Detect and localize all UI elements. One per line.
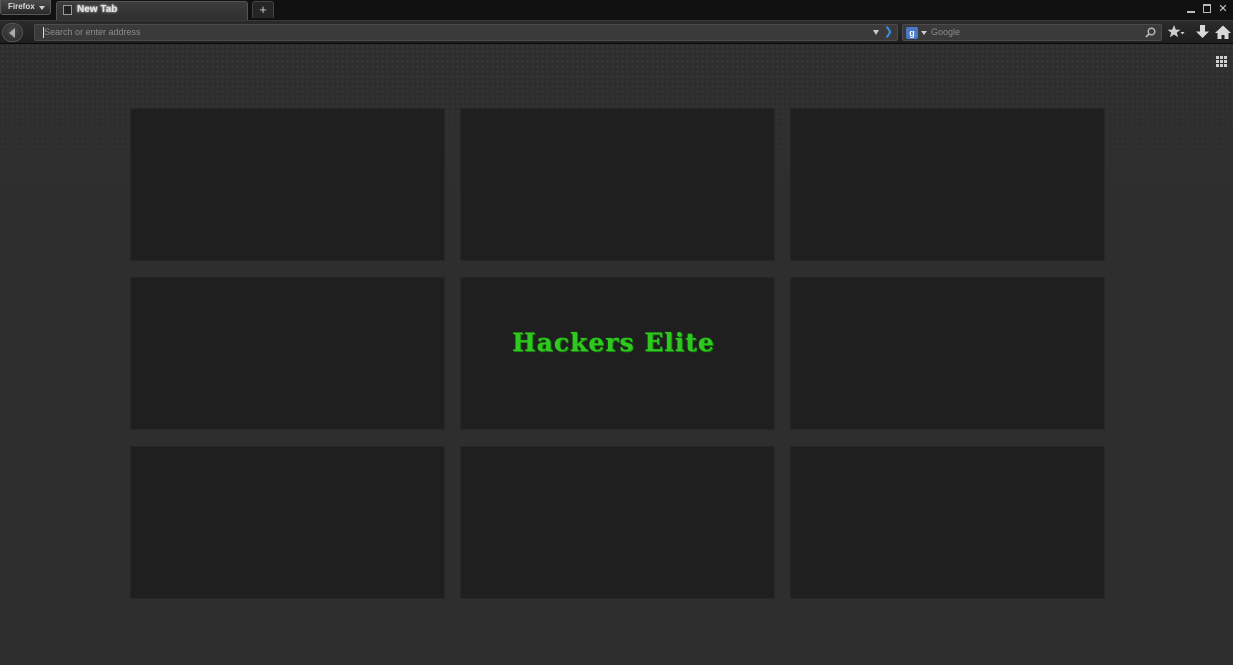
go-arrow-icon[interactable]: ❯ xyxy=(884,26,893,39)
new-tab-page: Hackers Elite xyxy=(0,44,1233,665)
site-tile[interactable] xyxy=(790,446,1105,599)
navigation-toolbar: Search or enter address ❯ g Google xyxy=(0,20,1233,44)
window-controls: ✕ xyxy=(1183,0,1231,18)
minimize-icon[interactable] xyxy=(1183,0,1199,18)
tile-grid: Hackers Elite xyxy=(130,108,1105,599)
tab-title: New Tab xyxy=(77,4,118,15)
new-tab-button[interactable]: + xyxy=(252,1,274,18)
chevron-down-icon xyxy=(39,6,45,10)
bookmark-star-icon[interactable] xyxy=(1167,24,1185,41)
download-icon[interactable] xyxy=(1194,24,1212,41)
site-tile[interactable] xyxy=(130,277,445,430)
google-engine-icon[interactable]: g xyxy=(906,27,918,39)
grid-icon[interactable] xyxy=(1216,56,1227,67)
search-bar[interactable]: g Google xyxy=(902,24,1162,41)
firefox-menu-label: Firefox xyxy=(8,2,35,11)
site-tile[interactable] xyxy=(130,108,445,261)
site-tile[interactable] xyxy=(790,108,1105,261)
search-placeholder: Google xyxy=(931,27,961,37)
tab-strip: Firefox New Tab + ✕ xyxy=(0,0,1233,20)
browser-window: Firefox New Tab + ✕ Search or enter addr… xyxy=(0,0,1233,665)
home-icon[interactable] xyxy=(1214,24,1232,41)
address-bar[interactable]: Search or enter address ❯ xyxy=(34,24,898,41)
site-tile[interactable] xyxy=(130,446,445,599)
tab-new-tab[interactable]: New Tab xyxy=(56,1,248,20)
back-arrow-icon xyxy=(9,28,15,38)
history-dropdown-icon[interactable] xyxy=(873,30,879,35)
hackers-elite-label: Hackers Elite xyxy=(512,328,715,357)
page-icon xyxy=(63,5,72,15)
back-button[interactable] xyxy=(2,23,23,42)
address-placeholder: Search or enter address xyxy=(44,27,141,37)
site-tile[interactable] xyxy=(460,446,775,599)
site-tile[interactable] xyxy=(460,108,775,261)
site-tile[interactable] xyxy=(790,277,1105,430)
restore-icon[interactable] xyxy=(1199,0,1215,18)
search-icon[interactable] xyxy=(1145,27,1156,38)
engine-dropdown-icon[interactable] xyxy=(921,31,927,35)
firefox-menu-button[interactable]: Firefox xyxy=(0,0,51,15)
site-tile-hackers-elite[interactable]: Hackers Elite xyxy=(460,277,775,430)
close-icon[interactable]: ✕ xyxy=(1215,0,1231,18)
